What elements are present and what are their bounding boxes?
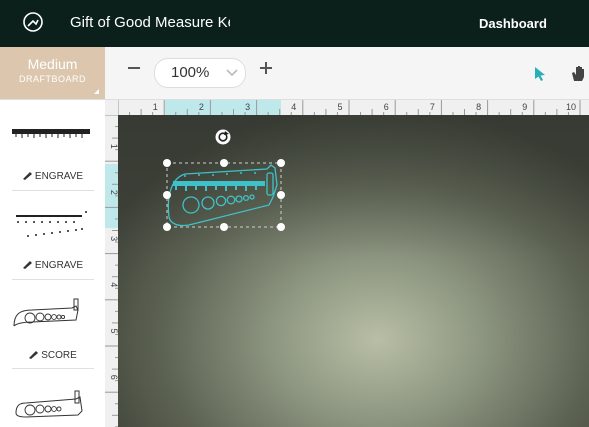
- rotate-icon[interactable]: [215, 129, 231, 145]
- divider: [12, 190, 94, 191]
- operation-label: SCORE: [41, 350, 77, 361]
- ruler-label: 4: [109, 282, 118, 287]
- ruler-label: 1: [153, 102, 158, 112]
- zoom-select[interactable]: 100%: [154, 58, 246, 88]
- zoom-in-button[interactable]: [256, 57, 276, 79]
- operation-score[interactable]: SCORE: [0, 350, 105, 361]
- cut-outline-thumbnail[interactable]: [12, 385, 90, 421]
- pencil-icon: [22, 261, 32, 270]
- resize-handle[interactable]: [277, 223, 285, 231]
- pencil-icon: [29, 351, 39, 360]
- operation-engrave-2[interactable]: ENGRAVE: [0, 260, 105, 271]
- resize-handle[interactable]: [163, 223, 171, 231]
- resize-handle[interactable]: [163, 191, 171, 199]
- dots-thumbnail[interactable]: [12, 208, 90, 242]
- ruler-label: 5: [337, 102, 342, 112]
- resize-handle[interactable]: [277, 191, 285, 199]
- ruler-label: 2: [199, 102, 204, 112]
- resize-handle[interactable]: [220, 159, 228, 167]
- outline-thumbnail[interactable]: [12, 296, 90, 332]
- ruler-label: 9: [522, 102, 527, 112]
- dashboard-link[interactable]: Dashboard: [479, 16, 547, 31]
- pencil-icon: [22, 172, 32, 181]
- selected-design[interactable]: [155, 125, 295, 237]
- operation-label: ENGRAVE: [34, 171, 84, 182]
- vertical-ruler: 1 2 3 4 5 6: [105, 115, 119, 427]
- zoom-out-button[interactable]: [124, 57, 144, 79]
- cursor-arrow-icon[interactable]: [533, 66, 547, 82]
- ruler-label: 4: [291, 102, 296, 112]
- operation-label: ENGRAVE: [34, 260, 84, 271]
- material-selector[interactable]: Medium DRAFTBOARD: [0, 47, 105, 99]
- minus-icon: [128, 67, 140, 69]
- plus-icon: [260, 62, 272, 74]
- ruler-bar-thumbnail[interactable]: [12, 126, 90, 140]
- ruler-label: 10: [566, 102, 576, 112]
- material-name: Medium: [27, 56, 78, 72]
- chevron-down-icon: [226, 69, 238, 77]
- resize-handle[interactable]: [163, 159, 171, 167]
- top-bar: Gift of Good Measure Ke Dashboard: [0, 0, 589, 47]
- glowforge-logo-icon[interactable]: [22, 11, 44, 33]
- ruler-label: 1: [109, 144, 118, 149]
- divider: [12, 368, 94, 369]
- resize-handle[interactable]: [277, 159, 285, 167]
- material-corner-icon: [94, 89, 99, 94]
- divider: [12, 279, 94, 280]
- ruler-corner: [105, 100, 118, 115]
- ruler-label: 3: [245, 102, 250, 112]
- hand-icon[interactable]: [570, 64, 589, 82]
- resize-handle[interactable]: [220, 223, 228, 231]
- toolbar: Medium DRAFTBOARD 100%: [0, 47, 589, 100]
- ruler-label: 8: [476, 102, 481, 112]
- sidebar-operations: ENGRAVE ENGRAVE SCORE: [0, 100, 106, 427]
- ruler-label: 2: [109, 190, 118, 195]
- ruler-label: 7: [430, 102, 435, 112]
- zoom-value: 100%: [171, 64, 210, 81]
- operation-engrave-1[interactable]: ENGRAVE: [0, 171, 105, 182]
- ruler-label: 6: [109, 375, 118, 380]
- horizontal-ruler: 1 2 3 4 5 6 7 8 9 10: [118, 100, 589, 116]
- material-type: DRAFTBOARD: [18, 74, 86, 84]
- ruler-label: 3: [109, 236, 118, 241]
- ruler-label: 6: [384, 102, 389, 112]
- ruler-label: 5: [109, 328, 118, 333]
- project-title[interactable]: Gift of Good Measure Ke: [70, 14, 230, 31]
